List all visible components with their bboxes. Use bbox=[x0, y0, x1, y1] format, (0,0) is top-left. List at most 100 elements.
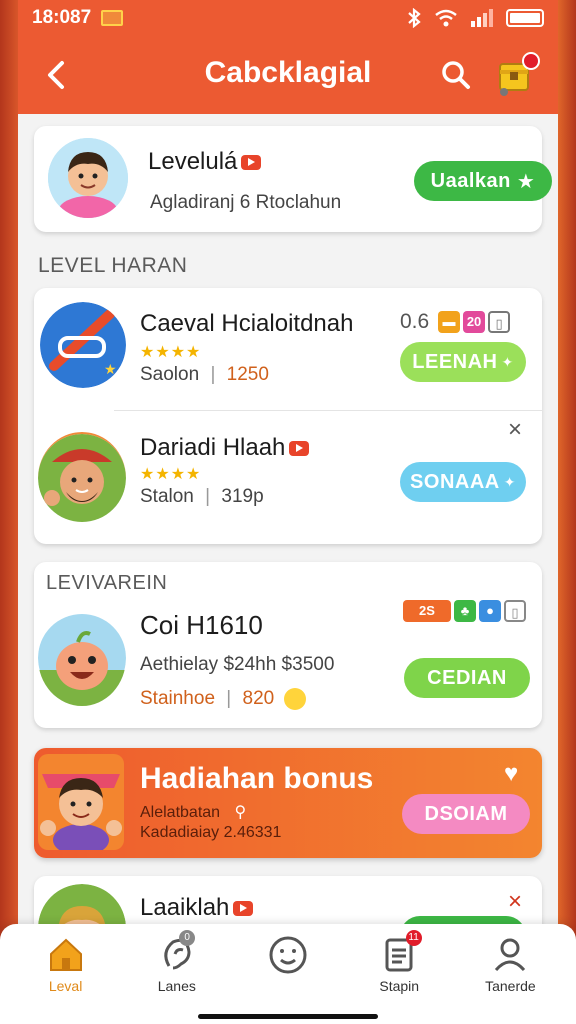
notification-dot bbox=[522, 52, 540, 70]
youtube-icon bbox=[233, 901, 254, 917]
wifi-icon bbox=[435, 9, 457, 27]
item-avatar bbox=[38, 432, 126, 524]
notification-icon bbox=[101, 10, 124, 26]
level-list-card: ★ Caeval Hcialoitdnah ★★★★ Saolon | 1250… bbox=[34, 288, 542, 544]
item-avatar bbox=[38, 884, 126, 924]
close-icon[interactable]: × bbox=[508, 888, 522, 916]
list-item[interactable]: Laaiklah × bbox=[34, 876, 542, 924]
featured-section-label: LEVIVAREIN bbox=[46, 572, 168, 594]
bottom-nav: Leval 0 Lanes 11 Stapin Tanerde bbox=[0, 924, 576, 1024]
level-badge: 20 bbox=[463, 311, 486, 334]
featured-name: Coi H1610 bbox=[140, 610, 263, 641]
item-action-button[interactable]: SONAAA ✦ bbox=[400, 462, 526, 502]
item-action-label: SONAAA bbox=[410, 470, 500, 493]
puzzle-icon: ♣ bbox=[454, 600, 476, 622]
app-bar: Cabcklagial bbox=[18, 36, 558, 114]
featured-action-button[interactable]: CEDIAN bbox=[404, 658, 530, 698]
coin-icon bbox=[283, 688, 306, 710]
item-corner-text: 0.6 bbox=[400, 310, 430, 333]
item-sub-label: Saolon bbox=[140, 364, 200, 385]
rating-stars: ★★★★ bbox=[140, 344, 202, 361]
nav-label: Lanes bbox=[157, 978, 196, 994]
featured-card[interactable]: LEVIVAREIN Coi H1610 Aethielay $24hh $35… bbox=[34, 562, 542, 728]
profile-action-label: Uaalkan bbox=[430, 169, 511, 192]
youtube-icon bbox=[289, 441, 310, 457]
item-name: Laaiklah bbox=[140, 894, 254, 922]
chevron-left-icon bbox=[48, 61, 64, 89]
nav-label: Leval bbox=[48, 978, 83, 994]
bonus-card[interactable]: Hadiahan bonus Alelatbatan ⚲ Kadadiaiay … bbox=[34, 748, 542, 858]
nav-item-stapin[interactable]: 11 Stapin bbox=[344, 924, 455, 1024]
nav-item-center[interactable] bbox=[232, 924, 343, 1024]
nav-item-lanes[interactable]: 0 Lanes bbox=[121, 924, 232, 1024]
item-corner-info: 0.6 ▬ 20 ▯ bbox=[400, 310, 511, 334]
nav-item-tanerde[interactable]: Tanerde bbox=[455, 924, 566, 1024]
bluetooth-icon bbox=[408, 8, 421, 28]
list-item[interactable]: Dariadi Hlaah ★★★★ Stalon | 319p × SONAA… bbox=[34, 412, 542, 544]
item-name: Dariadi Hlaah bbox=[140, 434, 310, 462]
search-button[interactable] bbox=[436, 55, 476, 95]
nav-label: Tanerde bbox=[485, 978, 536, 994]
main-content: Levelulá Agladiranj 6 Rtoclahun Uaalkan … bbox=[18, 114, 558, 924]
item-name: Caeval Hcialoitdnah bbox=[140, 310, 354, 337]
item-subtitle: Stalon | 319p bbox=[140, 486, 264, 507]
back-button[interactable] bbox=[36, 55, 76, 95]
coin-icon: ▬ bbox=[438, 311, 461, 334]
profile-card: Levelulá Agladiranj 6 Rtoclahun Uaalkan … bbox=[34, 126, 552, 232]
item-avatar bbox=[38, 610, 126, 706]
link-icon: ⚲ bbox=[234, 804, 247, 821]
home-indicator bbox=[198, 1014, 378, 1019]
featured-line2: Stainhoe | 820 bbox=[140, 688, 306, 710]
user-icon bbox=[495, 938, 526, 972]
profile-name: Levelulá bbox=[148, 148, 262, 176]
signal-icon bbox=[471, 9, 493, 27]
profile-subtitle: Agladiranj 6 Rtoclahun bbox=[150, 192, 342, 213]
rating-stars: ★★★★ bbox=[140, 466, 202, 483]
youtube-icon bbox=[241, 155, 262, 171]
section-label: LEVEL HARAN bbox=[38, 254, 188, 277]
svg-text:★: ★ bbox=[104, 361, 117, 377]
status-time: 18:087 bbox=[32, 7, 92, 28]
item-avatar: ★ bbox=[40, 302, 126, 388]
item-action-label: LEENAH bbox=[412, 350, 498, 373]
item-name-text: Laaiklah bbox=[140, 894, 230, 921]
close-icon[interactable]: × bbox=[508, 416, 522, 444]
bonus-action-label: DSOIAM bbox=[424, 802, 508, 825]
item-action-button[interactable] bbox=[400, 916, 526, 924]
list-item[interactable]: ★ Caeval Hcialoitdnah ★★★★ Saolon | 1250… bbox=[34, 288, 542, 410]
featured-name-text: Coi H1610 bbox=[140, 610, 263, 640]
item-action-button[interactable]: LEENAH ✦ bbox=[400, 342, 526, 382]
home-icon bbox=[49, 938, 82, 971]
item-name-text: Dariadi Hlaah bbox=[140, 434, 286, 461]
status-bar: 18:087 bbox=[18, 0, 558, 36]
featured-line2-value: 820 bbox=[242, 688, 275, 710]
item-sub-value: 1250 bbox=[226, 364, 269, 385]
featured-action-label: CEDIAN bbox=[427, 666, 507, 689]
bonus-line1-text: Alelatbatan bbox=[140, 804, 221, 821]
item-sub-label: Stalon bbox=[140, 486, 194, 507]
battery-icon bbox=[506, 9, 544, 27]
bonus-avatar bbox=[38, 754, 124, 850]
item-subtitle: Saolon | 1250 bbox=[140, 364, 269, 385]
heart-icon[interactable]: ♥ bbox=[504, 760, 518, 788]
bonus-title: Hadiahan bonus bbox=[140, 762, 374, 795]
featured-badges: 2S ♣ ● ▯ bbox=[400, 600, 526, 622]
divider bbox=[114, 410, 542, 411]
score-badge: 2S bbox=[403, 600, 451, 622]
featured-line1: Aethielay $24hh $3500 bbox=[140, 654, 335, 675]
nav-item-leval[interactable]: Leval bbox=[10, 924, 121, 1024]
nav-badge: 11 bbox=[405, 930, 422, 946]
bubble-icon: ● bbox=[479, 600, 501, 622]
bonus-action-button[interactable]: DSOIAM bbox=[402, 794, 530, 834]
book-icon: ▯ bbox=[488, 311, 511, 334]
bonus-line2: Kadadiaiay 2.46331 bbox=[140, 824, 282, 841]
sparkle-icon: ✦ bbox=[501, 353, 514, 370]
smiley-icon bbox=[269, 936, 307, 974]
profile-action-button[interactable]: Uaalkan ★ bbox=[414, 161, 552, 201]
item-sub-value: 319p bbox=[221, 486, 264, 507]
search-icon bbox=[442, 61, 470, 89]
bonus-line1: Alelatbatan ⚲ bbox=[140, 802, 246, 822]
profile-name-text: Levelulá bbox=[148, 148, 238, 175]
nav-label: Stapin bbox=[379, 978, 420, 994]
gift-cart-button[interactable] bbox=[494, 52, 540, 98]
